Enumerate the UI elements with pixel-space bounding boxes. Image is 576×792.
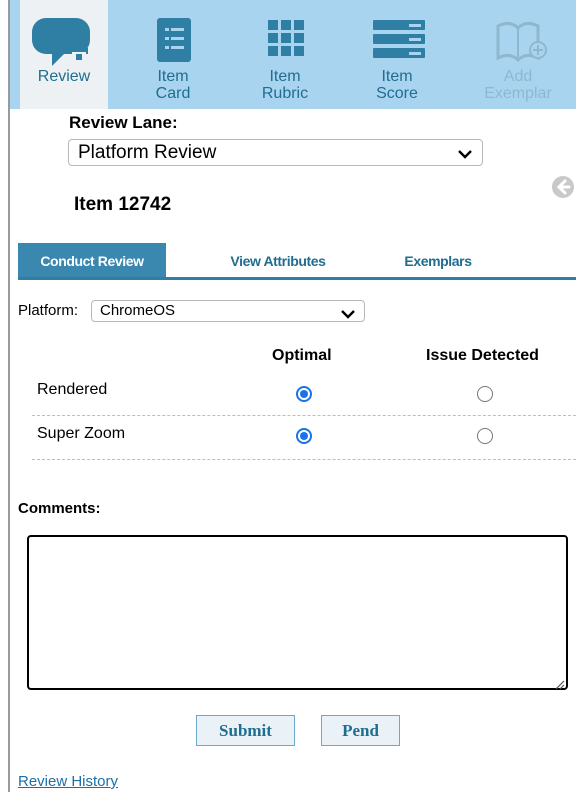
toolbar-item-score-label-2: Score [376,85,418,102]
review-lane-label: Review Lane: [69,113,178,132]
toolbar-add-exemplar-button[interactable]: Add Exemplar [468,0,568,109]
comments-label: Comments: [18,500,101,517]
row-divider [32,459,576,460]
back-arrow-button[interactable] [552,176,574,198]
review-history-link[interactable]: Review History [18,773,118,790]
chevron-down-icon [341,306,355,324]
row-label-rendered: Rendered [37,381,108,398]
toolbar-item-card-button[interactable]: Item Card [123,0,223,109]
rendered-issue-radio[interactable] [477,386,493,402]
toolbar-item-score-label-1: Item [381,68,413,85]
toolbar-item-rubric-label-2: Rubric [261,85,309,102]
tab-conduct-review[interactable]: Conduct Review [18,243,166,277]
toolbar-review-button[interactable]: Review [20,0,108,109]
toolbar: Review Item Card Item Rubric Item Score … [10,0,576,109]
toolbar-item-rubric-label-1: Item [269,68,301,85]
item-title: Item 12742 [74,194,172,215]
grid-icon [235,14,335,70]
platform-select[interactable]: ChromeOS [91,300,365,322]
review-lane-select[interactable]: Platform Review [68,139,483,166]
toolbar-add-exemplar-label-1: Add [503,68,533,85]
rendered-optimal-radio[interactable] [296,386,312,402]
review-lane-value: Platform Review [78,142,217,163]
toolbar-item-card-label-2: Card [155,85,191,102]
toolbar-review-label: Review [37,68,91,85]
row-label-super-zoom: Super Zoom [37,425,126,442]
toolbar-item-score-button[interactable]: Item Score [347,0,447,109]
tab-exemplars[interactable]: Exemplars [378,243,498,277]
resize-grip-icon[interactable] [553,677,565,695]
chevron-down-icon [458,146,472,164]
book-add-icon [468,14,568,70]
frame-border [8,0,10,792]
submit-button[interactable]: Submit [196,715,295,746]
pend-button[interactable]: Pend [321,715,400,746]
row-divider [32,415,576,416]
toolbar-item-rubric-button[interactable]: Item Rubric [235,0,335,109]
review-tabs: Conduct Review View Attributes Exemplars [18,243,576,280]
toolbar-add-exemplar-label-2: Exemplar [484,85,552,102]
platform-label: Platform: [18,302,79,319]
super-zoom-optimal-radio[interactable] [296,428,312,444]
chat-add-icon [20,14,108,70]
platform-value: ChromeOS [100,302,176,319]
arrow-left-icon [556,179,571,195]
card-list-icon [123,14,223,70]
score-bars-icon [347,14,447,70]
toolbar-item-card-label-1: Item [157,68,189,85]
column-header-optimal: Optimal [272,347,332,364]
tab-view-attributes[interactable]: View Attributes [208,243,348,277]
super-zoom-issue-radio[interactable] [477,428,493,444]
comments-textarea[interactable] [27,535,568,690]
column-header-issue-detected: Issue Detected [426,347,539,364]
